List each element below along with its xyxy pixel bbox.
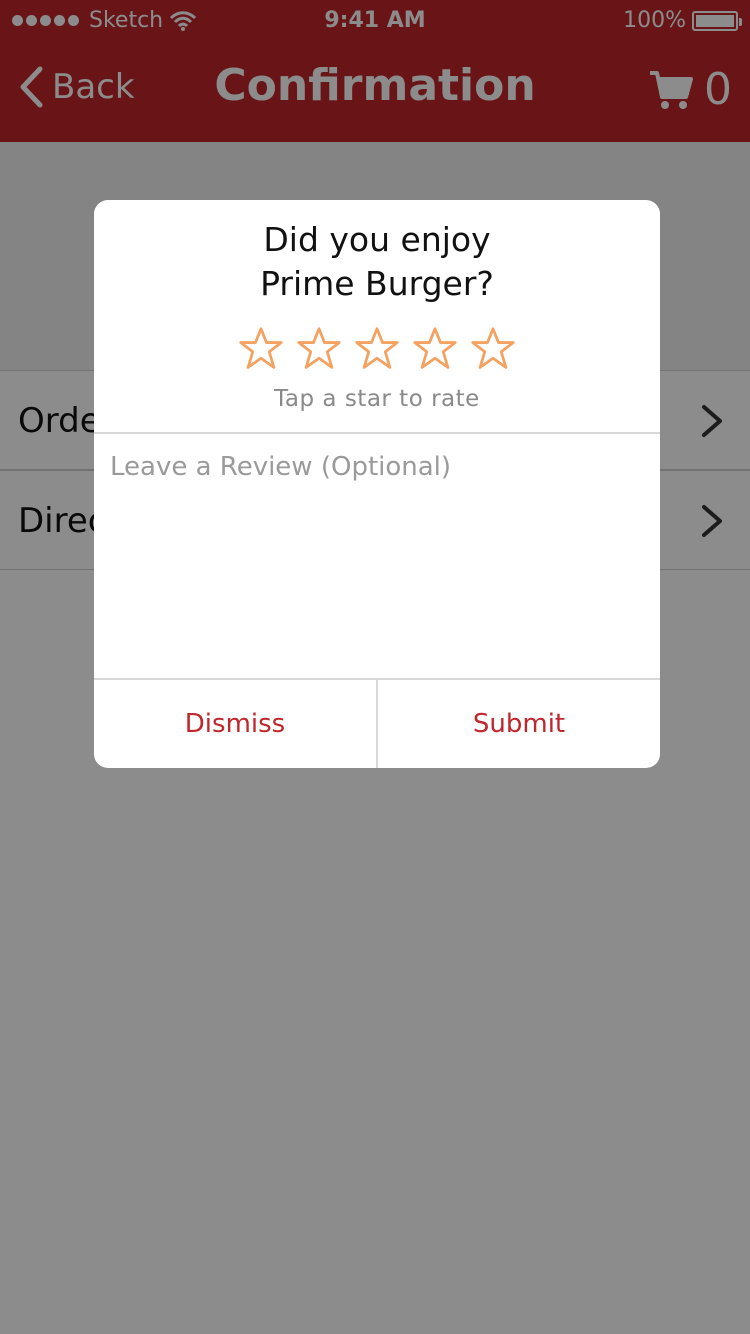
- dialog-title-line1: Did you enjoy: [263, 220, 491, 259]
- star-rating: [94, 326, 660, 372]
- rating-dialog: Did you enjoy Prime Burger? Tap a star t…: [94, 200, 660, 768]
- dismiss-button[interactable]: Dismiss: [94, 680, 376, 768]
- dialog-title: Did you enjoy Prime Burger?: [94, 218, 660, 306]
- dialog-title-line2: Prime Burger?: [260, 264, 494, 303]
- star-icon[interactable]: [470, 326, 516, 372]
- review-input[interactable]: [94, 434, 660, 678]
- star-icon[interactable]: [238, 326, 284, 372]
- star-icon[interactable]: [412, 326, 458, 372]
- submit-button[interactable]: Submit: [378, 680, 660, 768]
- rate-hint: Tap a star to rate: [274, 386, 480, 412]
- star-icon[interactable]: [354, 326, 400, 372]
- star-icon[interactable]: [296, 326, 342, 372]
